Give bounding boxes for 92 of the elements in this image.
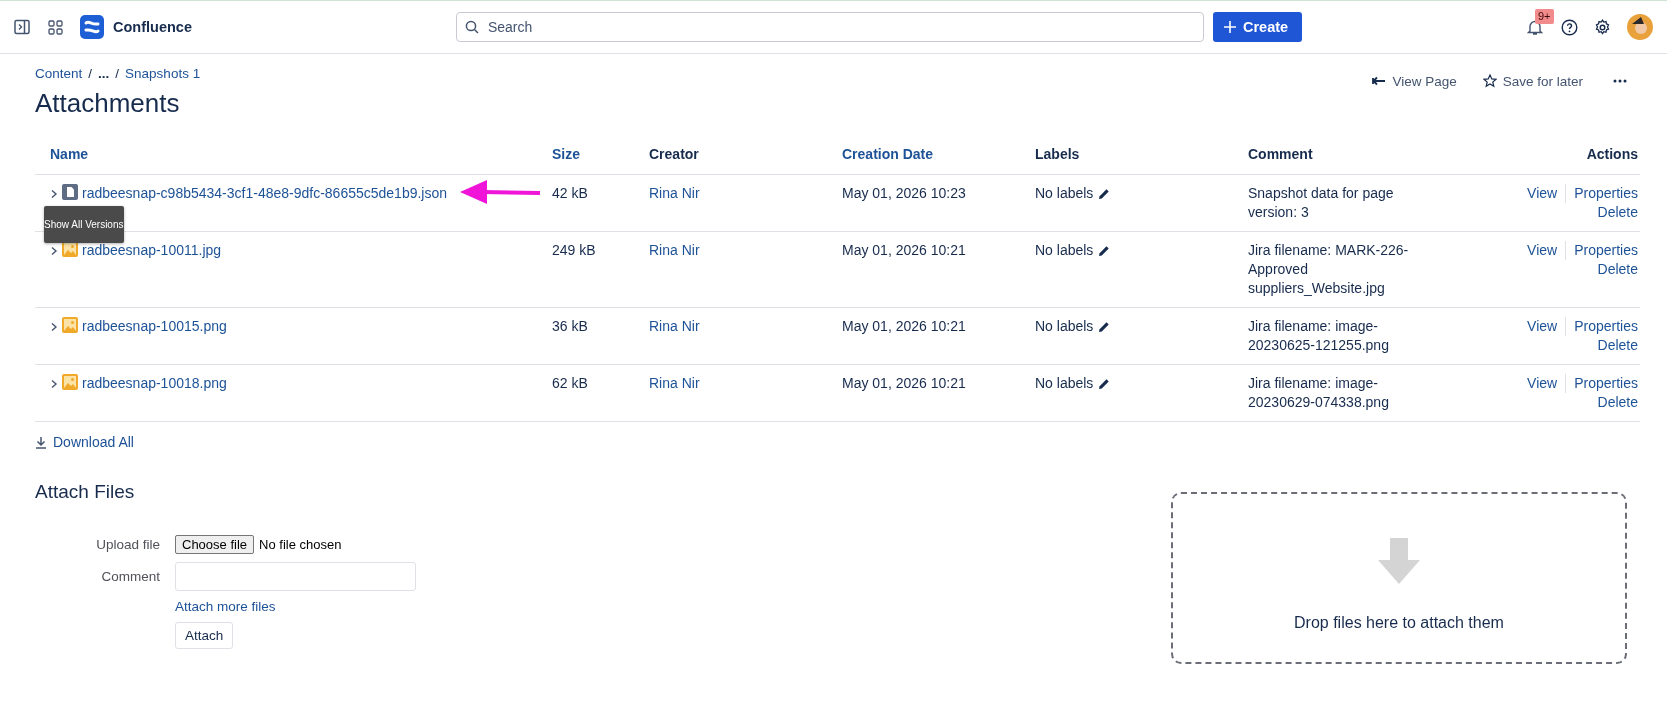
creation-date: May 01, 2026 10:21: [842, 242, 966, 258]
page-title: Attachments: [35, 88, 181, 118]
creation-date: May 01, 2026 10:21: [842, 318, 966, 334]
expand-chevron-icon[interactable]: [50, 189, 58, 199]
labels-text: No labels: [1035, 317, 1094, 336]
download-all-link[interactable]: Download All: [35, 434, 134, 450]
labels-text: No labels: [1035, 241, 1094, 260]
file-icon: [62, 184, 78, 200]
pencil-icon[interactable]: [1098, 378, 1111, 390]
app-switcher-icon[interactable]: [48, 19, 63, 35]
pencil-icon[interactable]: [1098, 245, 1111, 257]
action-link[interactable]: Delete: [1589, 336, 1638, 355]
file-size: 36 kB: [552, 318, 588, 334]
creation-date: May 01, 2026 10:21: [842, 375, 966, 391]
file-size: 62 kB: [552, 375, 588, 391]
view-page-button[interactable]: View Page: [1372, 73, 1457, 89]
column-header[interactable]: Creation Date: [842, 146, 934, 162]
column-header: Comment: [1248, 146, 1313, 162]
create-button[interactable]: Create: [1212, 12, 1303, 42]
creator-link[interactable]: Rina Nir: [649, 185, 700, 201]
field-label: Comment: [100, 568, 160, 584]
pencil-icon[interactable]: [1098, 188, 1111, 200]
settings-icon[interactable]: [1594, 18, 1611, 36]
expand-chevron-icon[interactable]: [50, 379, 58, 389]
sidebar-toggle-icon[interactable]: [14, 19, 30, 35]
comment-text: Jira filename: image-20230625-121255.png: [1248, 317, 1390, 355]
action-link[interactable]: Delete: [1589, 260, 1638, 279]
action-link[interactable]: View: [1519, 374, 1558, 393]
creator-link[interactable]: Rina Nir: [649, 242, 700, 258]
file-name-link[interactable]: radbeesnap-10011.jpg: [82, 241, 222, 260]
more-icon[interactable]: [1613, 79, 1627, 83]
file-size: 42 kB: [552, 185, 588, 201]
file-status: No file chosen: [259, 536, 342, 552]
save-for-later-button[interactable]: Save for later: [1482, 73, 1583, 89]
attach-button[interactable]: Attach: [175, 621, 234, 649]
tooltip: Show All Versions: [44, 206, 124, 243]
drop-zone-text: Drop files here to attach them: [1294, 613, 1504, 632]
breadcrumb-link[interactable]: Content: [35, 65, 83, 82]
column-header: Actions: [1586, 146, 1638, 162]
help-icon[interactable]: [1561, 18, 1578, 36]
file-name-link[interactable]: radbeesnap-c98b5434-3cf1-48e8-9dfc-86655c5de1b9.json: [82, 184, 448, 203]
drop-zone[interactable]: Drop files here to attach them: [1171, 491, 1627, 664]
search-field[interactable]: Search: [455, 12, 1204, 42]
back-arrow-icon: [1372, 76, 1387, 86]
section-heading: Attach Files: [35, 479, 136, 504]
creation-date: May 01, 2026 10:23: [842, 185, 966, 201]
expand-chevron-icon[interactable]: [50, 246, 58, 256]
plus-icon: [1222, 20, 1237, 34]
field-label: Upload file: [95, 536, 160, 552]
comment-text: Jira filename: image-20230629-074338.png: [1248, 374, 1390, 412]
logo-icon[interactable]: [80, 15, 104, 39]
action-link[interactable]: View: [1519, 317, 1558, 336]
breadcrumb-separator: /: [115, 65, 120, 82]
column-header: Creator: [649, 146, 699, 162]
pencil-icon[interactable]: [1098, 321, 1111, 333]
column-header[interactable]: Name: [50, 145, 89, 164]
down-arrow-icon: [1376, 537, 1422, 584]
action-link[interactable]: View: [1519, 241, 1558, 260]
notification-icon[interactable]: [1527, 18, 1543, 36]
creator-link[interactable]: Rina Nir: [649, 318, 700, 334]
breadcrumb-link[interactable]: Snapshots 1: [125, 65, 201, 82]
star-icon: [1482, 74, 1497, 88]
file-name-link[interactable]: radbeesnap-10015.png: [82, 317, 227, 336]
comment-field[interactable]: [175, 561, 416, 591]
breadcrumb-ellipsis[interactable]: ...: [98, 65, 110, 82]
action-link[interactable]: View: [1519, 184, 1558, 203]
action-link[interactable]: Properties: [1565, 317, 1638, 336]
avatar[interactable]: [1627, 14, 1653, 40]
action-link[interactable]: Properties: [1565, 241, 1638, 260]
choose-file-button[interactable]: Choose file: [175, 534, 255, 554]
labels-text: No labels: [1035, 374, 1094, 393]
notification-badge: 9+: [1535, 9, 1554, 24]
labels-text: No labels: [1035, 184, 1094, 203]
column-header[interactable]: Size: [552, 146, 580, 162]
file-name-link[interactable]: radbeesnap-10018.png: [82, 374, 227, 393]
download-icon: [35, 435, 47, 449]
action-link[interactable]: Delete: [1589, 203, 1638, 222]
image-file-icon: [62, 317, 78, 333]
action-link[interactable]: Properties: [1565, 184, 1638, 203]
comment-text: Jira filename: MARK-226-Approved suppliers_Website.jpg: [1248, 241, 1410, 298]
image-file-icon: [62, 374, 78, 390]
attach-more-link[interactable]: Attach more files: [175, 598, 416, 614]
column-header: Labels: [1035, 146, 1080, 162]
creator-link[interactable]: Rina Nir: [649, 375, 700, 391]
file-size: 249 kB: [552, 242, 596, 258]
comment-text: Snapshot data for page version: 3: [1248, 184, 1395, 222]
action-link[interactable]: Properties: [1565, 374, 1638, 393]
action-link[interactable]: Delete: [1589, 393, 1638, 412]
expand-chevron-icon[interactable]: [50, 322, 58, 332]
app-name[interactable]: Confluence: [113, 19, 192, 35]
search-icon: [464, 20, 479, 34]
breadcrumb-separator: /: [88, 65, 93, 82]
